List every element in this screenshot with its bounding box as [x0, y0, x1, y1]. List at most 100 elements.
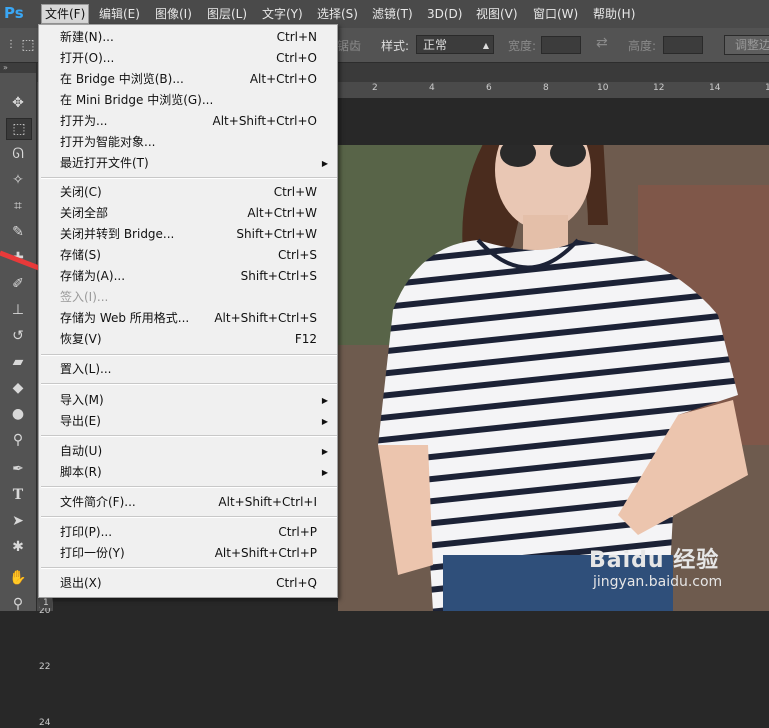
menu-3d[interactable]: 3D(D)	[424, 5, 465, 23]
menu-item-open-recent[interactable]: 最近打开文件(T) ▶	[40, 153, 336, 174]
style-select-value: 正常	[423, 38, 448, 52]
menu-item-exit[interactable]: 退出(X) Ctrl+Q	[40, 573, 336, 594]
menu-item-label: 导入(M)	[60, 393, 104, 407]
ruler-number: 14	[709, 83, 721, 93]
shape-tool-icon[interactable]: ✱	[6, 537, 30, 557]
menu-item-label: 签入(I)...	[60, 290, 109, 304]
menu-item-save[interactable]: 存储(S) Ctrl+S	[40, 245, 336, 266]
menu-item-revert[interactable]: 恢复(V) F12	[40, 329, 336, 350]
menu-window[interactable]: 窗口(W)	[530, 5, 581, 23]
ruler-number: 2	[372, 83, 378, 93]
document-number: 1	[40, 598, 52, 608]
menu-item-save-for-web[interactable]: 存储为 Web 所用格式... Alt+Shift+Ctrl+S	[40, 308, 336, 329]
menu-item-shortcut: Ctrl+O	[276, 51, 317, 65]
width-input[interactable]	[541, 36, 581, 54]
menu-item-label: 新建(N)...	[60, 30, 114, 44]
menu-item-print[interactable]: 打印(P)... Ctrl+P	[40, 522, 336, 543]
photoshop-logo: Ps	[4, 4, 24, 22]
menu-edit[interactable]: 编辑(E)	[96, 5, 143, 23]
baidu-jingyan-watermark: Baidu 经验 jingyan.baidu.com	[585, 540, 769, 611]
menu-item-label: 自动(U)	[60, 444, 103, 458]
menu-item-close-go-bridge[interactable]: 关闭并转到 Bridge... Shift+Ctrl+W	[40, 224, 336, 245]
menu-item-shortcut: Alt+Shift+Ctrl+P	[214, 546, 317, 560]
lasso-tool-icon[interactable]: ᘏ	[6, 144, 30, 164]
move-tool-icon[interactable]: ✥	[6, 93, 30, 113]
menu-item-close-all[interactable]: 关闭全部 Alt+Ctrl+W	[40, 203, 336, 224]
menu-item-import[interactable]: 导入(M) ▶	[40, 390, 336, 411]
menu-item-shortcut: F12	[294, 332, 317, 346]
ruler-number: 16	[765, 83, 769, 93]
menu-help[interactable]: 帮助(H)	[590, 5, 638, 23]
menu-item-label: 关闭(C)	[60, 185, 102, 199]
height-input[interactable]	[663, 36, 703, 54]
menu-file[interactable]: 文件(F)	[41, 4, 90, 24]
menu-item-open[interactable]: 打开(O)... Ctrl+O	[40, 48, 336, 69]
dodge-tool-icon[interactable]: ⚲	[6, 430, 30, 450]
menu-item-shortcut: Ctrl+W	[273, 185, 317, 199]
menu-image[interactable]: 图像(I)	[152, 5, 195, 23]
menu-item-automate[interactable]: 自动(U) ▶	[40, 441, 336, 462]
menu-layer[interactable]: 图层(L)	[204, 5, 250, 23]
watermark-url: jingyan.baidu.com	[593, 574, 723, 590]
menu-item-new[interactable]: 新建(N)... Ctrl+N	[40, 27, 336, 48]
menu-item-file-info[interactable]: 文件简介(F)... Alt+Shift+Ctrl+I	[40, 492, 336, 513]
menu-item-label: 打印(P)...	[60, 525, 113, 539]
paint-bucket-tool-icon[interactable]: ◆	[6, 378, 30, 398]
menu-filter[interactable]: 滤镜(T)	[369, 5, 416, 23]
refine-edge-button[interactable]: 调整边	[724, 35, 769, 55]
style-select[interactable]: 正常 ▲	[416, 35, 494, 54]
tools-panel: » ✥ ⬚ ᘏ ✧ ⌗ ✎ ✚ ✐ ⊥ ↺ ▰ ◆ ● ⚲ ✒ T ➤ ✱ ✋ …	[0, 63, 37, 614]
chevron-down-icon: ▲	[482, 41, 489, 50]
menu-item-check-in: 签入(I)...	[40, 287, 336, 308]
history-brush-tool-icon[interactable]: ↺	[6, 326, 30, 346]
menu-item-label: 最近打开文件(T)	[60, 156, 149, 170]
menu-item-shortcut: Shift+Ctrl+S	[240, 269, 317, 283]
ruler-number: 12	[653, 83, 665, 93]
menu-item-shortcut: Shift+Ctrl+W	[236, 227, 317, 241]
crop-tool-icon[interactable]: ⌗	[6, 196, 30, 216]
menu-item-open-as[interactable]: 打开为... Alt+Shift+Ctrl+O	[40, 111, 336, 132]
menu-item-browse-mini-bridge[interactable]: 在 Mini Bridge 中浏览(G)...	[40, 90, 336, 111]
ruler-number: 24	[39, 718, 51, 728]
menu-view[interactable]: 视图(V)	[473, 5, 521, 23]
menu-item-open-smart-object[interactable]: 打开为智能对象...	[40, 132, 336, 153]
menu-item-label: 打开为智能对象...	[60, 135, 156, 149]
menu-item-label: 关闭并转到 Bridge...	[60, 227, 175, 241]
eyedropper-tool-icon[interactable]: ✎	[6, 222, 30, 242]
menu-item-label: 恢复(V)	[60, 332, 102, 346]
blur-tool-icon[interactable]: ●	[6, 404, 30, 424]
menu-type[interactable]: 文字(Y)	[259, 5, 306, 23]
menu-item-shortcut: Ctrl+Q	[276, 576, 317, 590]
menu-item-scripts[interactable]: 脚本(R) ▶	[40, 462, 336, 483]
type-tool-icon[interactable]: T	[6, 485, 30, 505]
menu-item-label: 存储为 Web 所用格式...	[60, 311, 190, 325]
marquee-preset-icon[interactable]: ⬚	[16, 35, 40, 55]
ruler-number: 4	[429, 83, 435, 93]
submenu-arrow-icon: ▶	[321, 159, 328, 168]
zoom-tool-icon[interactable]: ⚲	[6, 594, 30, 614]
menu-item-browse-bridge[interactable]: 在 Bridge 中浏览(B)... Alt+Ctrl+O	[40, 69, 336, 90]
menu-item-label: 存储(S)	[60, 248, 101, 262]
menu-item-place[interactable]: 置入(L)...	[40, 359, 336, 380]
clone-stamp-tool-icon[interactable]: ⊥	[6, 300, 30, 320]
menu-item-export[interactable]: 导出(E) ▶	[40, 411, 336, 432]
hand-tool-icon[interactable]: ✋	[6, 568, 30, 588]
submenu-arrow-icon: ▶	[321, 468, 328, 477]
menu-item-print-one-copy[interactable]: 打印一份(Y) Alt+Shift+Ctrl+P	[40, 543, 336, 564]
marquee-tool-icon[interactable]: ⬚	[6, 118, 32, 140]
menu-separator	[41, 486, 337, 488]
style-label: 样式:	[381, 39, 410, 53]
path-selection-tool-icon[interactable]: ➤	[6, 511, 30, 531]
magic-wand-tool-icon[interactable]: ✧	[6, 170, 30, 190]
pen-tool-icon[interactable]: ✒	[6, 459, 30, 479]
swap-icon[interactable]: ⇄	[596, 35, 608, 51]
menu-item-close[interactable]: 关闭(C) Ctrl+W	[40, 182, 336, 203]
eraser-tool-icon[interactable]: ▰	[6, 352, 30, 372]
collapse-icon[interactable]: »	[0, 63, 36, 73]
menu-select[interactable]: 选择(S)	[314, 5, 361, 23]
menu-item-label: 存储为(A)...	[60, 269, 126, 283]
menu-item-save-as[interactable]: 存储为(A)... Shift+Ctrl+S	[40, 266, 336, 287]
menu-item-shortcut: Alt+Shift+Ctrl+O	[212, 114, 317, 128]
ruler-number: 8	[543, 83, 549, 93]
menu-item-label: 文件简介(F)...	[60, 495, 136, 509]
